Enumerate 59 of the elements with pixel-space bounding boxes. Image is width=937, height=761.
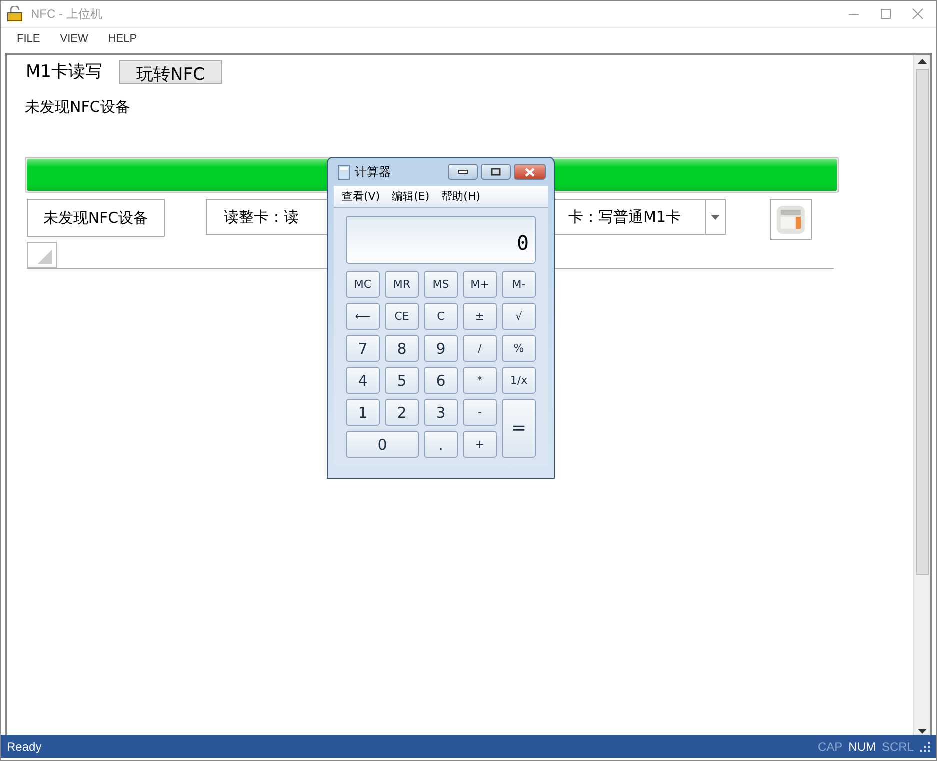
key-indicator: SCRL [882,740,914,754]
calculator-key[interactable]: 9 [424,335,458,362]
lock-icon [7,6,23,22]
calculator-icon [338,164,350,180]
calculator-key[interactable]: 1 [346,399,380,426]
menu-item[interactable]: FILE [17,33,40,45]
device-button[interactable]: 未发现NFC设备 [27,199,165,237]
calculator-key[interactable]: . [424,431,458,458]
calculator-key[interactable]: ⟵ [346,303,380,330]
dropdown-arrow-icon [711,214,720,220]
scroll-thumb[interactable] [916,68,928,574]
scrollbar[interactable] [913,55,930,738]
calculator-key[interactable]: MR [385,271,419,298]
key-indicator: CAP [818,740,843,754]
calculator-key[interactable]: 3 [424,399,458,426]
calculator-key[interactable]: / [463,335,497,362]
calculator-button[interactable] [770,199,812,240]
calculator-key[interactable]: + [463,431,497,458]
calculator-key[interactable]: √ [502,303,536,330]
calculator-key[interactable]: 0 [346,431,419,458]
calculator-key[interactable]: = [502,399,536,458]
close-icon[interactable] [912,8,924,20]
calculator-key[interactable]: % [502,335,536,362]
calculator-key[interactable]: 5 [385,367,419,394]
calculator-key[interactable]: MS [424,271,458,298]
calculator-key[interactable]: - [463,399,497,426]
calculator-key[interactable]: M+ [463,271,497,298]
status-text: Ready [7,740,42,754]
calculator-key[interactable]: * [463,367,497,394]
calculator-key[interactable]: 7 [346,335,380,362]
maximize-button[interactable] [481,164,511,180]
display-field: 0 [346,216,536,264]
calculator-key[interactable]: 6 [424,367,458,394]
minimize-button[interactable] [448,164,478,180]
calculator-key[interactable]: ± [463,303,497,330]
key-indicator: NUM [848,740,876,754]
resize-corner-icon [27,242,57,268]
resize-grip-icon [920,742,930,752]
scroll-up-icon[interactable] [918,59,926,64]
maximize-icon[interactable] [880,8,892,20]
maximize-icon [491,168,501,176]
status-text: 未发现NFC设备 [25,98,130,117]
calculator-key[interactable]: CE [385,303,419,330]
window-title: NFC - 上位机 [31,6,102,22]
calculator-key[interactable]: 8 [385,335,419,362]
menu-item[interactable]: VIEW [60,33,88,45]
menu-item[interactable]: HELP [108,33,138,45]
calculator-key[interactable]: MC [346,271,380,298]
calculator-key[interactable]: C [424,303,458,330]
calculator-key[interactable]: 2 [385,399,419,426]
calculator-title: 计算器 [355,164,391,180]
calculator-key[interactable]: M- [502,271,536,298]
calculator-key[interactable]: 1/x [502,367,536,394]
close-icon [525,168,535,176]
tab[interactable]: 玩转NFC [119,60,222,84]
calculator-icon [776,204,806,234]
close-button[interactable] [514,164,546,180]
calculator-key[interactable]: 4 [346,367,380,394]
minimize-icon [458,170,468,174]
